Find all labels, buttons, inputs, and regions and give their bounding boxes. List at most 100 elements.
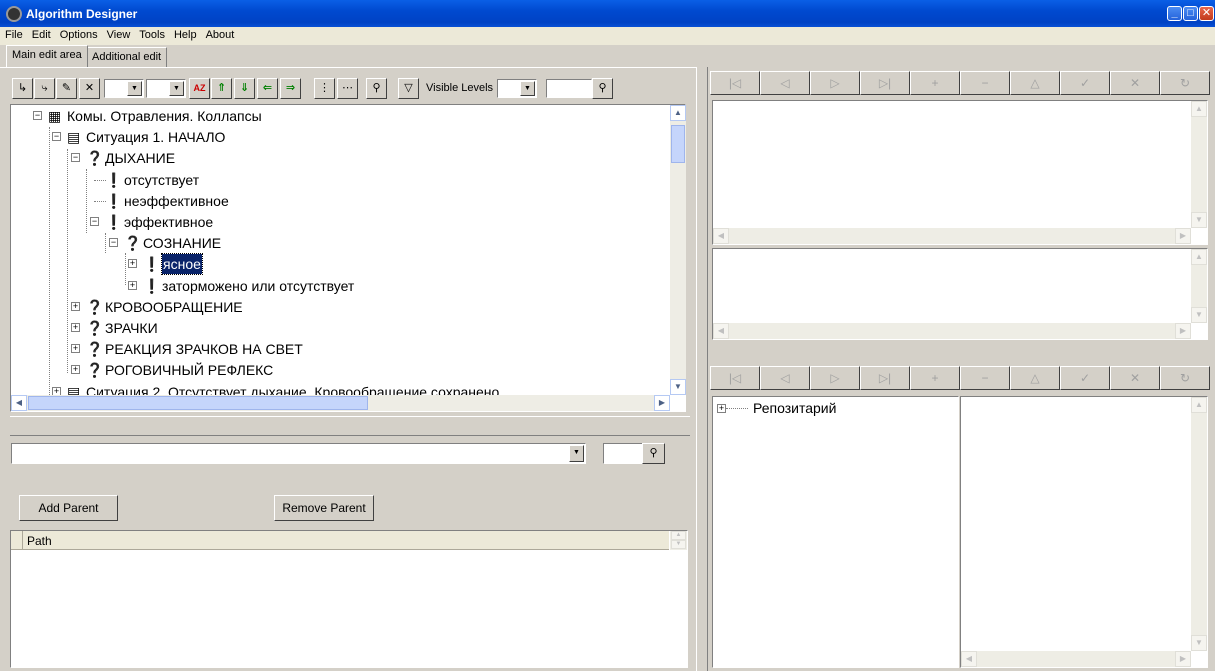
tree-search-binoculars-icon[interactable]: ⚲ xyxy=(592,78,613,99)
horizontal-splitter[interactable] xyxy=(10,416,690,436)
filter-funnel-icon[interactable]: ▽ xyxy=(398,78,419,99)
tree-node[interactable]: + ❗ заторможено или отсутствует xyxy=(11,276,671,296)
menu-options[interactable]: Options xyxy=(55,27,102,41)
tree-node[interactable]: + ❓ РОГОВИЧНЫЙ РЕФЛЕКС xyxy=(11,360,671,380)
scroll-down-icon[interactable]: ▼ xyxy=(1191,212,1207,228)
tree-node[interactable]: ❗ отсутствует xyxy=(11,170,671,190)
scroll-up-icon[interactable]: ▲ xyxy=(1191,397,1207,413)
insert-record-icon[interactable]: + xyxy=(910,366,960,390)
parent-search-input[interactable] xyxy=(603,443,643,464)
delete-node-icon[interactable]: ✕ xyxy=(79,78,100,99)
tab-additional-edit[interactable]: Additional edit xyxy=(86,47,168,67)
scroll-down-icon[interactable]: ▼ xyxy=(1191,307,1207,323)
tree-node-label[interactable]: РЕАКЦИЯ ЗРАЧКОВ НА СВЕТ xyxy=(105,339,303,359)
tree-horizontal-scrollbar[interactable]: ◀ ▶ xyxy=(11,395,670,411)
scroll-right-icon[interactable]: ▶ xyxy=(1175,323,1191,339)
title-bar[interactable]: Algorithm Designer _ □ ✕ xyxy=(0,0,1215,28)
repo-detail-vscroll[interactable]: ▲ ▼ xyxy=(1191,397,1207,651)
scroll-left-icon[interactable]: ◀ xyxy=(713,228,729,244)
memo-middle-vscroll[interactable]: ▲ ▼ xyxy=(1191,249,1207,323)
expand-plus-icon[interactable]: + xyxy=(128,280,137,290)
menu-tools[interactable]: Tools xyxy=(134,27,169,41)
collapse-minus-icon[interactable]: − xyxy=(90,217,99,226)
node-type-combo[interactable]: ▼ xyxy=(104,79,144,98)
delete-record-icon[interactable]: − xyxy=(960,71,1010,95)
visible-levels-combo[interactable]: ▼ xyxy=(497,79,537,98)
cancel-record-icon[interactable]: ✕ xyxy=(1110,366,1160,390)
collapse-minus-icon[interactable]: − xyxy=(71,153,80,163)
add-parent-button[interactable]: Add Parent xyxy=(19,495,118,521)
cancel-record-icon[interactable]: ✕ xyxy=(1110,71,1160,95)
tree-node[interactable]: + ❗ ясное xyxy=(11,253,671,276)
maximize-button[interactable]: □ xyxy=(1183,6,1198,21)
expand-plus-icon[interactable]: + xyxy=(71,301,80,311)
memo-top-hscroll[interactable]: ◀ ▶ xyxy=(713,228,1191,244)
refresh-record-icon[interactable]: ↻ xyxy=(1160,366,1210,390)
collapse-tree-icon[interactable]: ⋮ xyxy=(314,78,335,99)
expand-plus-icon[interactable]: + xyxy=(717,404,726,413)
tree-vertical-scrollbar[interactable]: ▲ ▼ xyxy=(670,105,686,395)
tree-search-input[interactable] xyxy=(546,79,592,98)
memo-top-vscroll[interactable]: ▲ ▼ xyxy=(1191,101,1207,228)
memo-top[interactable]: ▲ ▼ ◀ ▶ xyxy=(712,100,1208,245)
vertical-splitter[interactable] xyxy=(696,67,708,671)
prior-record-icon[interactable]: ◁ xyxy=(760,366,810,390)
scroll-right-icon[interactable]: ▶ xyxy=(1175,228,1191,244)
tree-node[interactable]: + ❓ КРОВООБРАЩЕНИЕ xyxy=(11,297,671,317)
menu-file[interactable]: File xyxy=(0,27,27,41)
prior-record-icon[interactable]: ◁ xyxy=(760,71,810,95)
scroll-down-icon[interactable]: ▼ xyxy=(670,379,686,395)
tree-node-label[interactable]: неэффективное xyxy=(124,191,229,211)
last-record-icon[interactable]: ▷| xyxy=(860,71,910,95)
tree-node-label[interactable]: ЗРАЧКИ xyxy=(105,318,158,338)
path-column-header[interactable]: Path xyxy=(27,534,52,548)
first-record-icon[interactable]: |◁ xyxy=(710,71,760,95)
edit-record-icon[interactable]: △ xyxy=(1010,366,1060,390)
insert-record-icon[interactable]: + xyxy=(910,71,960,95)
scroll-right-icon[interactable]: ▶ xyxy=(1175,651,1191,667)
close-button[interactable]: ✕ xyxy=(1199,6,1214,21)
tree-node-label[interactable]: КРОВООБРАЩЕНИЕ xyxy=(105,297,243,317)
tree-node-label[interactable]: ясное xyxy=(161,253,203,276)
menu-view[interactable]: View xyxy=(102,27,135,41)
scroll-up-icon[interactable]: ▲ xyxy=(671,531,686,540)
expand-plus-icon[interactable]: + xyxy=(71,365,80,375)
scroll-up-icon[interactable]: ▲ xyxy=(670,105,686,121)
menu-edit[interactable]: Edit xyxy=(27,27,55,41)
repository-tree[interactable]: + Репозитарий xyxy=(712,396,959,668)
refresh-record-icon[interactable]: ↻ xyxy=(1160,71,1210,95)
parent-combo[interactable]: ▼ xyxy=(11,443,586,464)
move-right-icon[interactable]: ⇒ xyxy=(280,78,301,99)
collapse-minus-icon[interactable]: − xyxy=(52,132,61,142)
next-record-icon[interactable]: ▷ xyxy=(810,366,860,390)
memo-middle[interactable]: ▲ ▼ ◀ ▶ xyxy=(712,248,1208,340)
tree-node-label[interactable]: заторможено или отсутствует xyxy=(162,276,354,296)
scroll-up-icon[interactable]: ▲ xyxy=(1191,101,1207,117)
tree-node[interactable]: + ❓ РЕАКЦИЯ ЗРАЧКОВ НА СВЕТ xyxy=(11,339,671,359)
expand-plus-icon[interactable]: + xyxy=(128,259,137,269)
scroll-down-icon[interactable]: ▼ xyxy=(1191,635,1207,651)
chevron-down-icon[interactable]: ▼ xyxy=(520,81,535,96)
tree-node-label[interactable]: ДЫХАНИЕ xyxy=(105,148,175,168)
scroll-thumb[interactable] xyxy=(28,396,368,410)
tree-node-label[interactable]: СОЗНАНИЕ xyxy=(143,233,221,253)
add-child-icon[interactable]: ⤷ xyxy=(34,78,55,99)
memo-middle-hscroll[interactable]: ◀ ▶ xyxy=(713,323,1191,339)
tab-main-edit-area[interactable]: Main edit area xyxy=(6,45,88,67)
scroll-down-icon[interactable]: ▼ xyxy=(671,540,686,549)
scroll-right-icon[interactable]: ▶ xyxy=(654,395,670,411)
tree-node[interactable]: + ❓ ЗРАЧКИ xyxy=(11,318,671,338)
first-record-icon[interactable]: |◁ xyxy=(710,366,760,390)
tree-node[interactable]: − ❗ эффективное xyxy=(11,212,671,232)
path-list[interactable]: Path ▲ ▼ xyxy=(10,530,688,668)
repository-root-label[interactable]: Репозитарий xyxy=(753,400,836,416)
remove-parent-button[interactable]: Remove Parent xyxy=(274,495,374,521)
scroll-thumb[interactable] xyxy=(671,125,685,163)
post-record-icon[interactable]: ✓ xyxy=(1060,366,1110,390)
tree-node[interactable]: − ❓ СОЗНАНИЕ xyxy=(11,233,671,253)
scroll-left-icon[interactable]: ◀ xyxy=(11,395,27,411)
tree-node-label[interactable]: эффективное xyxy=(124,212,213,232)
add-sibling-icon[interactable]: ↳ xyxy=(12,78,33,99)
chevron-down-icon[interactable]: ▼ xyxy=(169,81,184,96)
tree-node-label[interactable]: Ситуация 1. НАЧАЛО xyxy=(86,127,225,147)
